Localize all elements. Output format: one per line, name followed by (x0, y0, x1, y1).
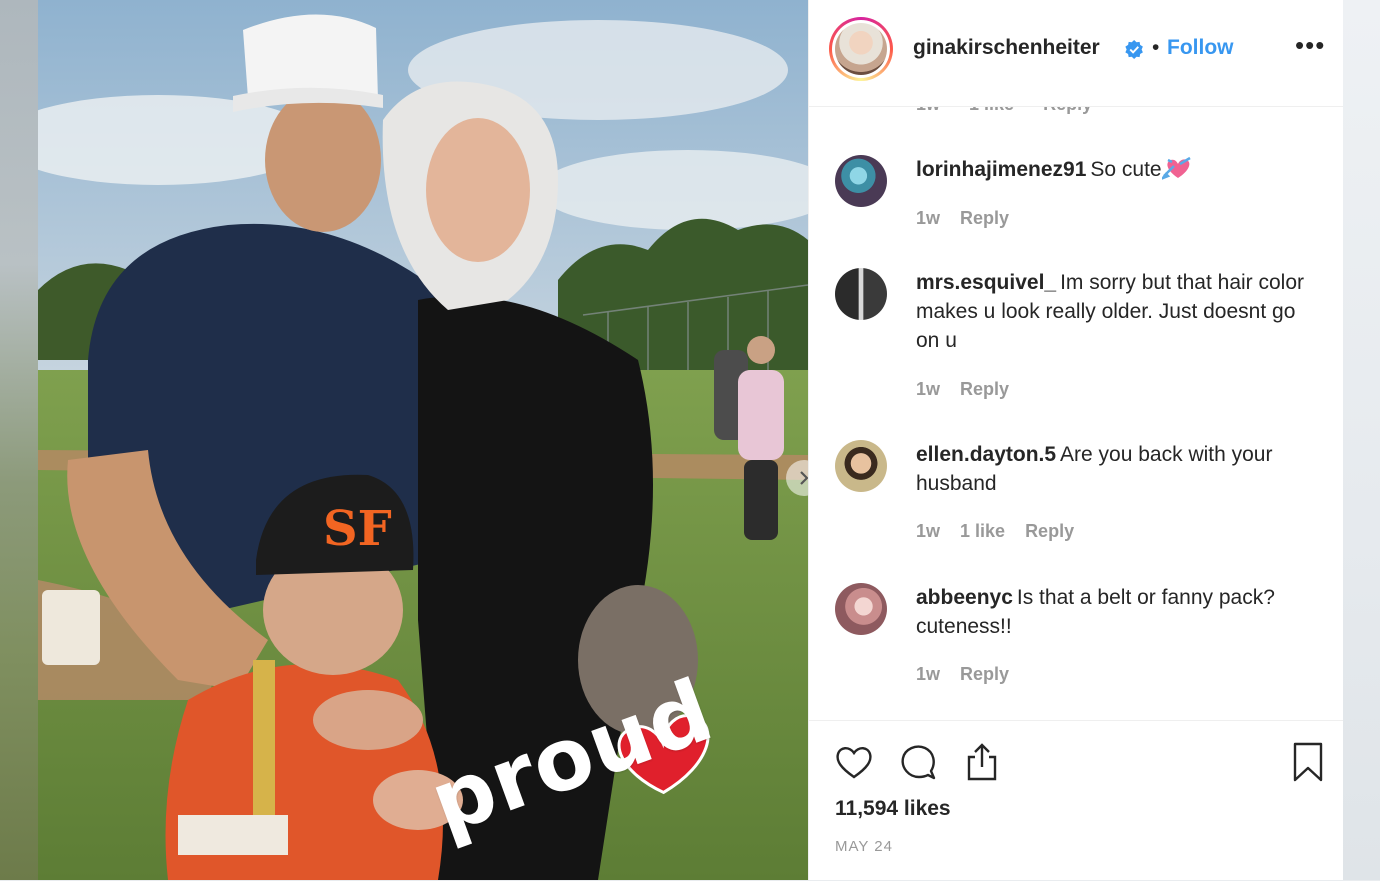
comment-text: So cute (1090, 158, 1162, 181)
post-header: ginakirschenheiter • Follow ••• (809, 0, 1343, 107)
comment-username[interactable]: lorinhajimenez91 (916, 158, 1086, 181)
author-username[interactable]: ginakirschenheiter (913, 36, 1100, 60)
post-actions-bar: 11,594 likes MAY 24 (809, 720, 1343, 881)
comment-meta: 1w 1 like Reply (916, 521, 1094, 542)
chevron-right-icon (800, 471, 808, 485)
comment-text-block: abbeenyc Is that a belt or fanny pack? cu… (916, 583, 1316, 641)
comment-text-block: lorinhajimenez91 So cute (916, 155, 1316, 184)
bookmark-icon[interactable] (1287, 741, 1329, 783)
likes-count[interactable]: 11,594 likes (835, 797, 951, 821)
svg-text:SF: SF (323, 501, 392, 557)
comment-username[interactable]: ellen.dayton.5 (916, 443, 1056, 466)
comment-time: 1w (916, 208, 941, 228)
comment-username[interactable]: mrs.esquivel_ (916, 271, 1056, 294)
comment-avatar[interactable] (835, 583, 887, 635)
post-side-panel: ginakirschenheiter • Follow ••• 1w 1 lik… (808, 0, 1343, 880)
share-icon[interactable] (961, 741, 1003, 783)
comment-text-block: ellen.dayton.5 Are you back with your hus… (916, 440, 1316, 498)
author-avatar[interactable] (829, 17, 893, 81)
comment-avatar[interactable] (835, 440, 887, 492)
heart-with-ribbon-emoji-icon (1161, 156, 1191, 180)
backdrop-right (1342, 0, 1380, 880)
post-date: MAY 24 (835, 838, 893, 855)
heart-icon[interactable] (833, 741, 875, 783)
header-separator: • (1152, 36, 1160, 59)
reply-button[interactable]: Reply (960, 379, 1009, 399)
comment-avatar[interactable] (835, 155, 887, 207)
backdrop-left (0, 0, 40, 880)
comment-text-block: mrs.esquivel_ Im sorry but that hair colo… (916, 268, 1316, 355)
comment-icon[interactable] (897, 741, 939, 783)
comment-username[interactable]: abbeenyc (916, 586, 1013, 609)
comment-meta: 1w Reply (916, 208, 1029, 229)
more-options-button[interactable]: ••• (1295, 30, 1325, 61)
reply-button[interactable]: Reply (960, 208, 1009, 228)
comment-meta: 1w Reply (916, 379, 1029, 400)
comment-time: 1w (916, 379, 941, 399)
author-avatar-image (835, 23, 887, 75)
reply-button[interactable]: Reply (960, 664, 1009, 684)
comment-time: 1w (916, 521, 941, 541)
comment-meta: 1w Reply (916, 664, 1029, 685)
comment-avatar[interactable] (835, 268, 887, 320)
follow-button[interactable]: Follow (1167, 36, 1234, 60)
verified-badge-icon (1125, 40, 1143, 59)
comment-time: 1w (916, 664, 941, 684)
post-photo[interactable]: SF proud (38, 0, 808, 880)
reply-button[interactable]: Reply (1025, 521, 1074, 541)
comment-likes-count[interactable]: 1 like (960, 521, 1005, 541)
